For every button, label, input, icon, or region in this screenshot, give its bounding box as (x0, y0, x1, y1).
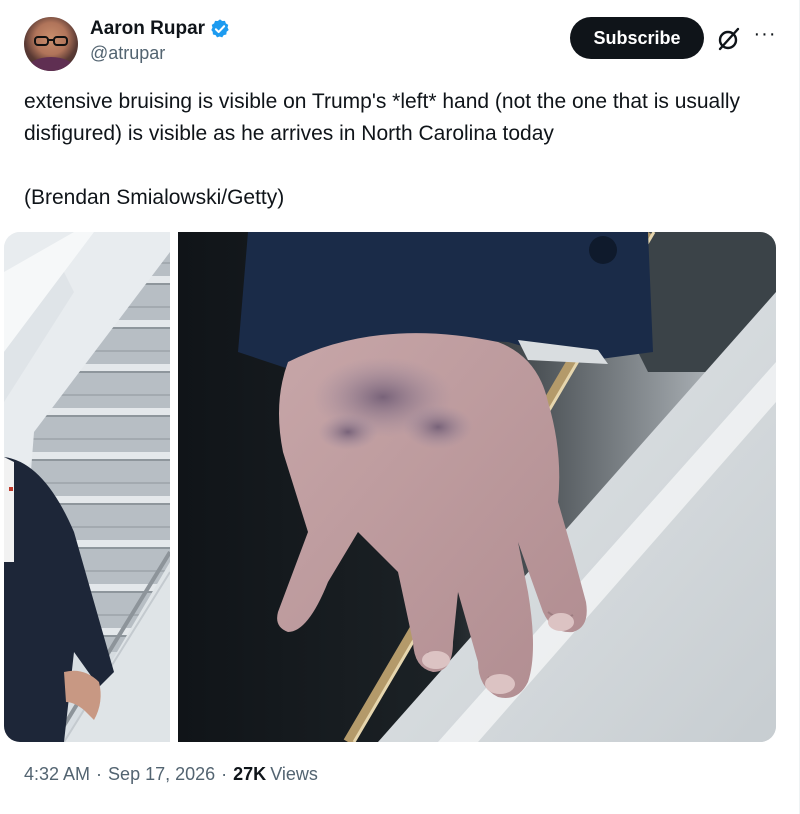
author-display-name[interactable]: Aaron Rupar (90, 18, 205, 40)
meta-separator: · (221, 764, 228, 784)
avatar-shirt-graphic (28, 57, 74, 71)
views-label: Views (270, 764, 318, 784)
author-name-row: Aaron Rupar (90, 17, 231, 41)
more-horizontal-icon[interactable]: ··· (752, 24, 778, 50)
subscribe-button[interactable]: Subscribe (570, 17, 704, 59)
meta-separator: · (96, 764, 103, 784)
media-gallery (4, 232, 776, 742)
tweet-time[interactable]: 4:32 AM (24, 764, 90, 785)
author-block: Aaron Rupar @atrupar (90, 17, 231, 64)
tweet-card: Aaron Rupar @atrupar Subscribe ··· exten… (0, 0, 800, 814)
grok-slash-icon[interactable] (716, 26, 742, 52)
tweet-date[interactable]: Sep 17, 2026 (108, 764, 215, 785)
tweet-text: extensive bruising is visible on Trump's… (24, 86, 764, 214)
photo-hand-closeup[interactable] (178, 232, 776, 742)
photo-credit-text: (Brendan Smialowski/Getty) (24, 186, 285, 209)
photo-hand-graphic (178, 232, 776, 742)
tweet-body-text: extensive bruising is visible on Trump's… (24, 90, 741, 145)
author-handle[interactable]: @atrupar (90, 43, 231, 64)
verified-badge-icon[interactable] (209, 18, 231, 40)
avatar-glasses-graphic (34, 36, 68, 46)
photo-thumbnail-left[interactable] (4, 232, 170, 742)
views-count: 27K (233, 764, 267, 784)
photo-stairs-man-graphic (4, 232, 170, 742)
author-avatar[interactable] (24, 17, 78, 71)
tweet-metadata: 4:32 AM · Sep 17, 2026 · 27K Views (24, 764, 318, 785)
